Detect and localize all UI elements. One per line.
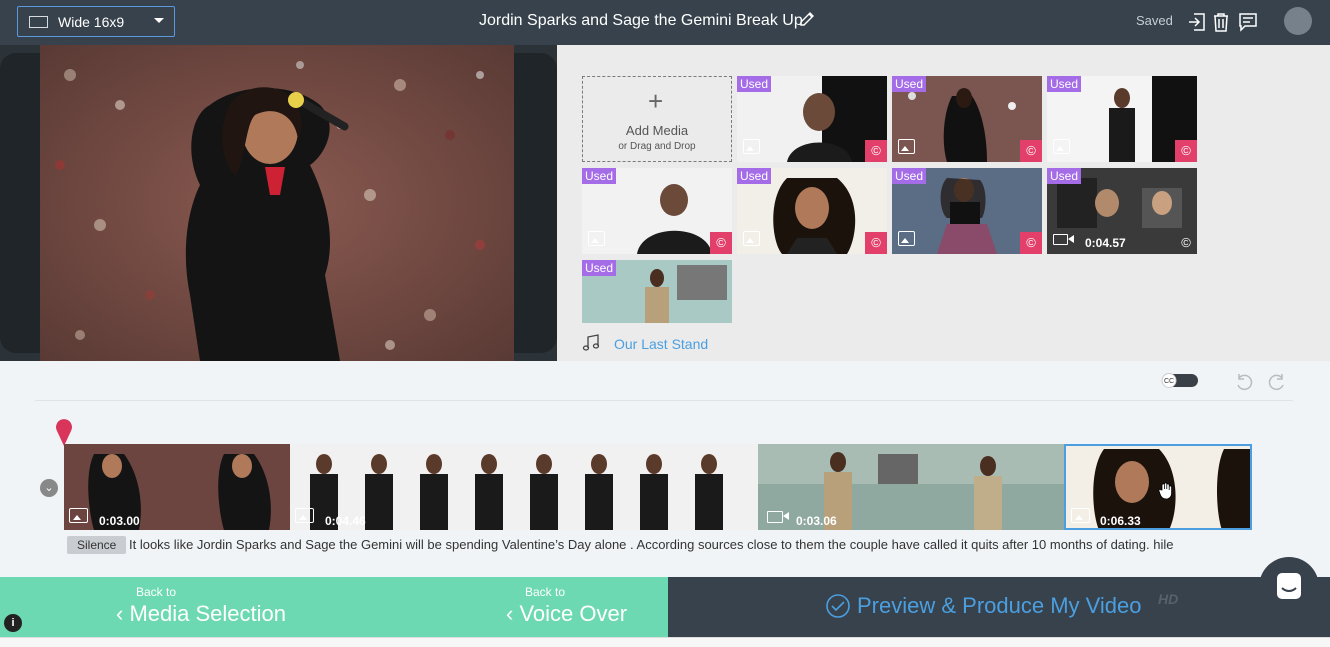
undo-icon[interactable] [1234,372,1254,392]
bottom-navigation: Back to ‹ Media Selection Back to ‹ Voic… [0,577,1330,637]
media-tile[interactable]: Used © [582,168,732,254]
clip-duration: 0:06.33 [1100,514,1141,528]
image-icon [898,231,915,246]
used-badge: Used [737,76,772,92]
comment-icon[interactable] [1237,11,1259,33]
media-tile[interactable]: Used © [737,168,887,254]
copyright-icon: © [1175,140,1197,162]
media-tile[interactable]: Used © [892,76,1042,162]
timeline-clip-selected[interactable]: 0:06.33 [1064,444,1252,530]
add-media-button[interactable]: + Add Media or Drag and Drop [582,76,732,162]
copyright-icon: © [865,232,887,254]
image-icon [898,139,915,154]
cc-label: CC [1164,378,1174,385]
used-badge: Used [737,168,772,184]
back-voice-label: ‹ Voice Over [506,601,628,626]
check-circle-icon [826,594,850,618]
video-icon [767,511,789,523]
image-icon [743,231,760,246]
produce-label: Preview & Produce My Video [857,593,1142,618]
clip-duration: 0:04.46 [325,514,366,528]
image-icon [69,508,88,523]
playhead-marker[interactable] [55,417,73,447]
video-icon [1053,234,1074,245]
edit-pencil-icon[interactable] [797,10,817,30]
timeline-clip[interactable]: 0:04.46 [290,444,758,530]
add-media-subtitle: or Drag and Drop [618,141,696,152]
back-to-label: Back to [525,585,566,599]
used-badge: Used [582,168,617,184]
media-tile[interactable]: Used © [737,76,887,162]
add-media-title: Add Media [625,123,689,138]
horizontal-scrollbar[interactable] [0,637,1330,647]
music-note-icon [582,334,600,351]
media-tile[interactable]: Used 0:04.57 © [1047,168,1197,254]
clip-duration: 0:03.00 [99,514,140,528]
copyright-icon: © [865,140,887,162]
image-icon [743,139,760,154]
back-to-media-selection-button[interactable]: Back to ‹ Media Selection [0,577,334,637]
used-badge: Used [582,260,617,276]
preview-frame-right [514,53,557,353]
chevron-down-icon [154,18,164,23]
redo-icon[interactable] [1267,372,1287,392]
timeline-panel: CC ⌄ 0:03.00 0:04.46 0:03.06 0:06.33 Sil… [0,361,1330,577]
preview-produce-button[interactable]: Preview & Produce My Video HD [668,577,1330,637]
save-status: Saved [1136,13,1173,28]
media-tile[interactable]: Used © [1047,76,1197,162]
used-badge: Used [892,168,927,184]
hd-badge: HD [1158,591,1179,607]
chat-icon [1277,573,1301,599]
music-track-link[interactable]: Our Last Stand [614,336,708,352]
screen-icon [29,16,48,28]
project-title[interactable]: Jordin Sparks and Sage the Gemini Break … [479,12,803,30]
timeline-clip[interactable]: 0:03.00 [64,444,290,530]
back-to-label: Back to [136,585,177,599]
silence-tag[interactable]: Silence [67,536,127,554]
top-bar: Wide 16x9 Jordin Sparks and Sage the Gem… [0,0,1330,45]
exit-icon[interactable] [1186,11,1208,33]
back-voice-text: Voice Over [519,601,628,626]
voiceover-script[interactable]: It looks like Jordin Sparks and Sage the… [129,537,1254,552]
preview-frame-left [0,53,40,353]
used-badge: Used [892,76,927,92]
media-library: + Add Media or Drag and Drop Used © Used… [557,45,1330,361]
aspect-ratio-select[interactable]: Wide 16x9 [17,6,175,37]
collapse-icon[interactable]: ⌄ [40,479,58,497]
image-icon [1053,139,1070,154]
back-media-label: ‹ Media Selection [116,601,286,626]
captions-toggle[interactable]: CC [1160,373,1200,388]
clip-duration: 0:04.57 [1085,236,1126,250]
media-tile[interactable]: Used © [892,168,1042,254]
back-media-text: Media Selection [129,601,286,626]
used-badge: Used [1047,168,1082,184]
aspect-ratio-label: Wide 16x9 [58,14,125,30]
hand-cursor-icon [1158,482,1172,500]
image-icon [1071,508,1090,523]
back-to-voice-over-button[interactable]: Back to ‹ Voice Over [334,577,668,637]
clip-duration: 0:03.06 [796,514,837,528]
copyright-icon: © [710,232,732,254]
copyright-icon: © [1020,140,1042,162]
user-avatar[interactable] [1284,7,1312,35]
plus-icon: + [648,86,664,116]
preview-image [40,45,514,361]
info-icon[interactable]: i [4,614,22,632]
timeline-divider [35,400,1293,401]
video-preview [0,45,557,361]
trash-icon[interactable] [1210,11,1232,33]
chat-support-button[interactable] [1259,557,1319,617]
copyright-icon: © [1020,232,1042,254]
image-icon [588,231,605,246]
image-icon [295,508,314,523]
used-badge: Used [1047,76,1082,92]
timeline-clip[interactable]: 0:03.06 [758,444,1064,530]
media-tile[interactable]: Used [582,260,732,323]
copyright-icon: © [1181,235,1191,250]
